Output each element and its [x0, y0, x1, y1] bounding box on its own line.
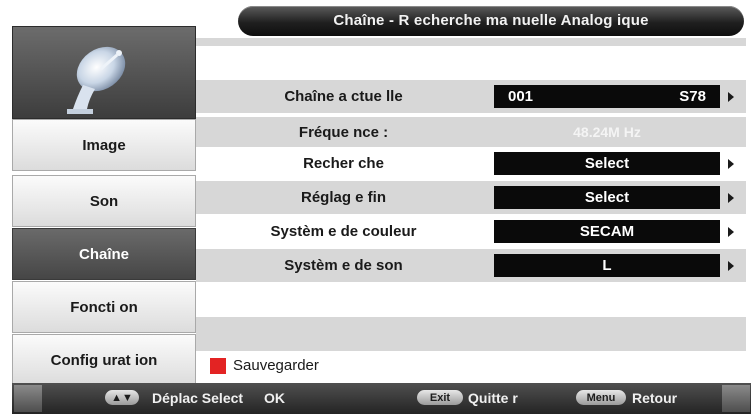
fine-tune-select[interactable]: Select: [494, 186, 720, 209]
spacer-row: [196, 46, 746, 80]
channel-number: 001: [508, 88, 534, 105]
empty-row: [196, 283, 746, 316]
sidebar-item-son[interactable]: Son: [12, 175, 196, 227]
spacer-row: [196, 38, 746, 46]
setting-row-color-system[interactable]: Systèm e de couleur SECAM: [196, 215, 746, 248]
frequency-label: Fréque nce :: [298, 123, 389, 141]
sound-system-select[interactable]: L: [494, 254, 720, 277]
sidebar-item-fonction[interactable]: Foncti on: [12, 281, 196, 333]
right-arrow-icon[interactable]: [728, 226, 734, 237]
category-icon-box: [12, 26, 196, 119]
setting-row-current-channel[interactable]: Chaîne a ctue lle 001 S78: [196, 80, 746, 113]
color-system-select[interactable]: SECAM: [494, 220, 720, 243]
save-row[interactable]: Sauvegarder: [196, 353, 746, 377]
bar-end-cap: [722, 385, 750, 412]
sidebar-item-chaine[interactable]: Chaîne: [12, 228, 196, 280]
sound-system-label: Systèm e de son: [284, 257, 403, 274]
right-arrow-icon[interactable]: [728, 158, 734, 169]
sidebar: Image Son Chaîne Foncti on Config urat i…: [12, 26, 196, 386]
setting-row-search[interactable]: Recher che Select: [196, 147, 746, 180]
bottom-help-bar: ▲▼ Déplac Select OK Exit Quitte r Menu R…: [12, 383, 751, 414]
menu-title: Chaîne - R echerche ma nuelle Analog iqu…: [333, 12, 649, 29]
setting-row-frequency: Fréque nce : 48.24M Hz: [196, 117, 746, 147]
right-arrow-icon[interactable]: [728, 260, 734, 271]
tv-menu-window: Chaîne - R echerche ma nuelle Analog iqu…: [6, 2, 751, 414]
fine-tune-label: Réglag e fin: [300, 189, 386, 206]
frequency-value: 48.24M Hz: [573, 124, 641, 140]
right-arrow-icon[interactable]: [728, 192, 734, 203]
ok-key-label: OK: [264, 390, 285, 406]
red-key-icon: [210, 358, 226, 374]
sidebar-item-configuration[interactable]: Config urat ion: [12, 334, 196, 386]
menu-help-text: Retour: [632, 390, 678, 406]
channel-name: S78: [679, 88, 706, 105]
color-system-label: Systèm e de couleur: [270, 223, 417, 240]
settings-panel: Chaîne a ctue lle 001 S78 Fréque nce : 4…: [196, 38, 746, 378]
title-bar: Chaîne - R echerche ma nuelle Analog iqu…: [238, 6, 744, 36]
nav-key-icon: ▲▼: [105, 390, 139, 405]
setting-row-sound-system[interactable]: Systèm e de son L: [196, 249, 746, 282]
sidebar-item-image[interactable]: Image: [12, 119, 196, 171]
current-channel-value[interactable]: 001 S78: [494, 85, 720, 108]
search-label: Recher che: [303, 155, 384, 172]
empty-row: [196, 317, 746, 351]
exit-help-text: Quitte r: [468, 390, 518, 406]
satellite-dish-icon: [67, 46, 126, 114]
nav-help-text: Déplac Select: [152, 390, 244, 406]
right-arrow-icon[interactable]: [728, 91, 734, 102]
search-select[interactable]: Select: [494, 152, 720, 175]
setting-row-fine-tune[interactable]: Réglag e fin Select: [196, 181, 746, 214]
bar-end-cap: [14, 385, 42, 412]
menu-key-icon: Menu: [576, 390, 626, 405]
exit-key-icon: Exit: [417, 390, 463, 405]
current-channel-label: Chaîne a ctue lle: [284, 88, 403, 105]
save-label[interactable]: Sauvegarder: [233, 357, 319, 374]
